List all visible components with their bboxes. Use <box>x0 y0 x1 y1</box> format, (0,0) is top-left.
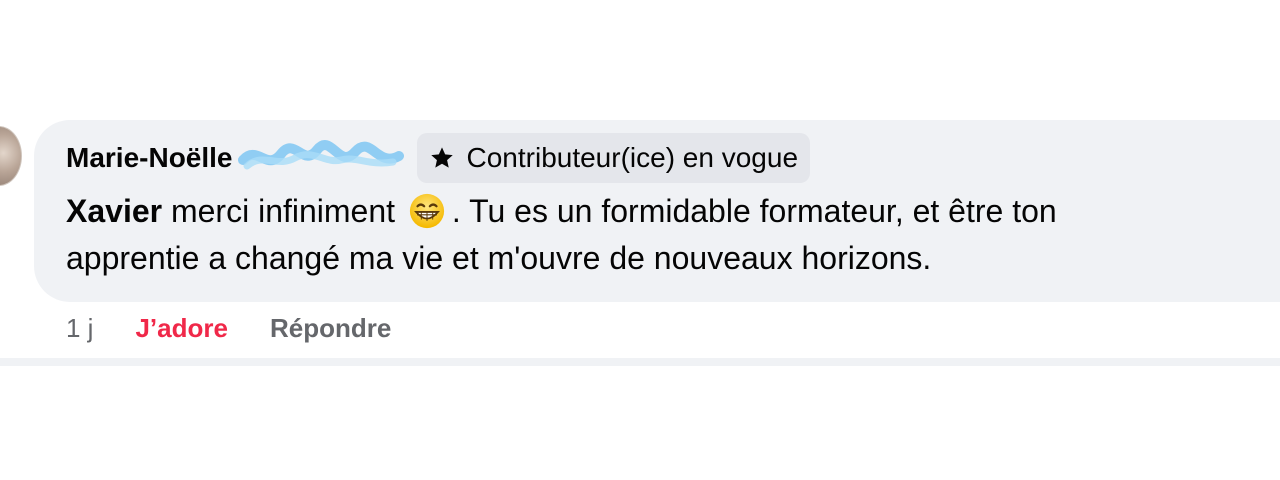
comment-text-line-1: Xavier merci infiniment . Tu es un formi… <box>66 192 1057 230</box>
mention-tag[interactable]: Xavier <box>66 193 162 229</box>
grinning-face-emoji-icon <box>409 193 445 229</box>
redacted-surname-scribble <box>237 140 404 170</box>
reply-button[interactable]: Répondre <box>270 313 391 344</box>
comment-header: Marie-Noëlle Contributeur(ice) en vogue <box>66 132 811 184</box>
author-name[interactable]: Marie-Noëlle <box>66 144 233 172</box>
star-icon <box>430 147 453 168</box>
comment-text-line-2: apprentie a changé ma vie et m'ouvre de … <box>66 240 932 276</box>
comment-text-part-2: . Tu es un formidable formateur, et être… <box>451 193 1057 229</box>
comment-timestamp[interactable]: 1 j <box>66 313 93 344</box>
comment-actions: 1 j J’adore Répondre <box>66 312 391 344</box>
author-avatar[interactable] <box>0 126 22 186</box>
like-button[interactable]: J’adore <box>135 313 228 344</box>
comment-text-part-1: merci infiniment <box>162 193 396 229</box>
section-divider <box>0 358 1280 366</box>
top-fan-badge: Contributeur(ice) en vogue <box>416 133 811 183</box>
badge-label: Contributeur(ice) en vogue <box>466 142 799 173</box>
